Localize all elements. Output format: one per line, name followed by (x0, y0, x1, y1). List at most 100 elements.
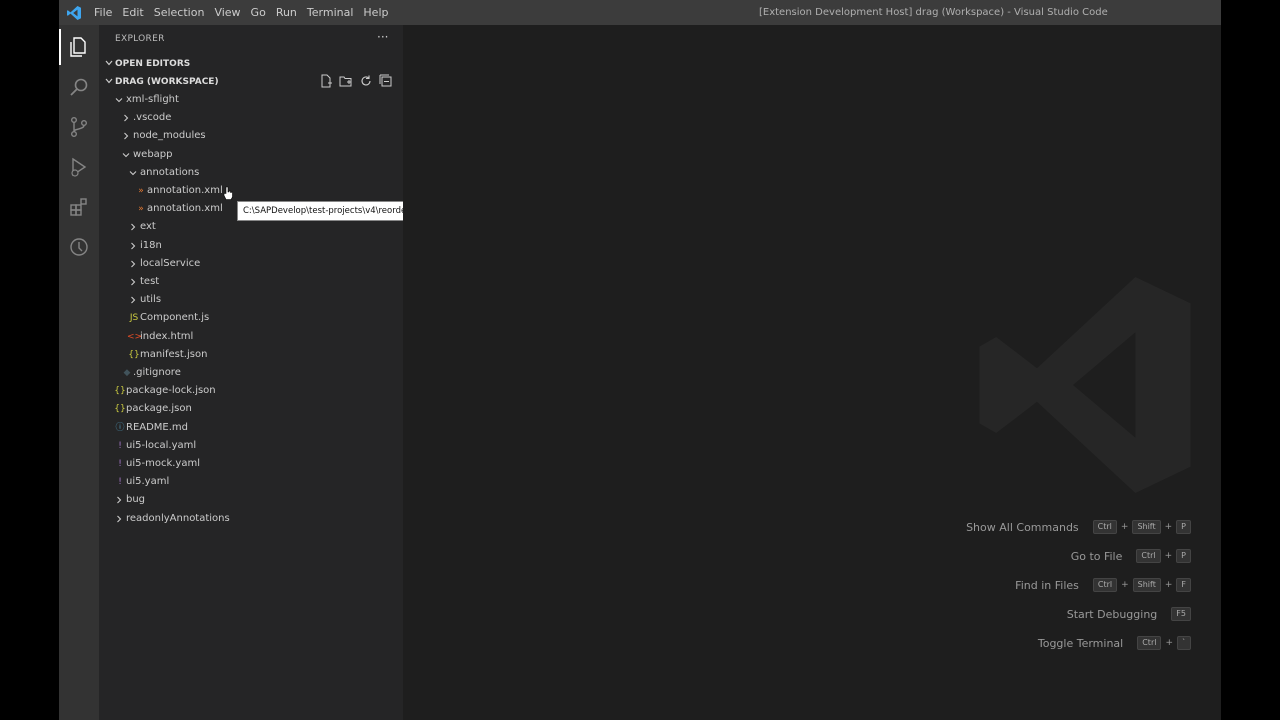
editor-area: Show All Commands Ctrl + Shift + P Go to File C… (403, 25, 1221, 720)
tree-folder[interactable]: utils (99, 291, 403, 309)
shortcut-row: Toggle Terminal Ctrl + ` (1038, 635, 1191, 651)
tree-label: readonlyAnnotations (126, 512, 230, 524)
tree-folder[interactable]: test (99, 273, 403, 291)
shortcut-row: Go to File Ctrl + P (1071, 548, 1191, 564)
menu-file[interactable]: File (94, 6, 119, 19)
collapse-all-icon[interactable] (379, 74, 395, 90)
tree-label: ui5-mock.yaml (126, 458, 200, 469)
shortcut-label: Go to File (1070, 549, 1123, 563)
plus-sign: + (1164, 522, 1173, 532)
tree-file[interactable]: ! ui5-local.yaml (99, 437, 403, 455)
git-icon: ◆ (123, 368, 131, 378)
tree-folder[interactable]: ext (99, 218, 403, 236)
keybinding: F5 (1171, 607, 1191, 621)
shortcut-label: Toggle Terminal (1037, 636, 1124, 650)
extensions-icon[interactable] (67, 195, 91, 219)
yaml-icon: ! (118, 477, 122, 488)
tree-file[interactable]: {} package-lock.json (99, 382, 403, 400)
explorer-sidebar: EXPLORER ··· OPEN EDITORS DRAG (WORKSPAC… (99, 25, 643, 720)
tree-folder[interactable]: localService (99, 255, 403, 273)
tree-folder[interactable]: webapp (99, 146, 403, 164)
source-control-icon[interactable] (67, 115, 91, 139)
tree-folder[interactable]: node_modules (99, 127, 403, 145)
keybinding: F (1176, 578, 1191, 592)
keybinding: Ctrl (1136, 549, 1161, 563)
tree-file[interactable]: » annotation.xml (99, 182, 403, 200)
json-icon: {} (114, 386, 126, 397)
shortcut-label: Start Debugging (1066, 607, 1158, 621)
tree-folder[interactable]: readonlyAnnotations (99, 510, 403, 528)
menu-run[interactable]: Run (276, 6, 304, 19)
refresh-icon[interactable] (359, 74, 375, 90)
keybinding: Ctrl (1092, 520, 1117, 534)
tree-file[interactable]: JS Component.js (99, 309, 403, 327)
rss-icon: » (138, 186, 144, 196)
tree-label: ui5.yaml (126, 476, 170, 488)
tree-label: .vscode (133, 112, 172, 124)
open-editors-section[interactable]: OPEN EDITORS (99, 55, 403, 73)
vscode-logo-icon (67, 6, 81, 20)
tree-label: localService (140, 257, 201, 269)
menu-edit[interactable]: Edit (122, 6, 150, 19)
new-file-icon[interactable] (319, 74, 335, 90)
tree-file[interactable]: <> index.html (99, 328, 403, 346)
tree-folder[interactable]: i18n (99, 237, 403, 255)
tree-file[interactable]: ! ui5-mock.yaml (99, 455, 403, 473)
tree-label: test (140, 276, 160, 287)
tree-label: annotation.xml (147, 185, 223, 196)
menu-go[interactable]: Go (251, 6, 273, 19)
vscode-window: File Edit Selection View Go Run Terminal Help [… (59, 0, 1221, 720)
more-actions-icon[interactable]: ··· (377, 30, 388, 44)
shortcut-row: Find in Files Ctrl + Shift + F (1015, 577, 1191, 593)
open-editors-label: OPEN EDITORS (115, 59, 191, 69)
html-icon: <> (127, 331, 143, 342)
tree-file[interactable]: ⓘ README.md (99, 419, 403, 437)
vscode-watermark-icon (979, 277, 1191, 493)
plus-sign: + (1165, 638, 1173, 648)
workspace-section[interactable]: DRAG (WORKSPACE) (99, 73, 403, 91)
keybinding: P (1176, 549, 1191, 563)
menu-view[interactable]: View (214, 6, 247, 19)
tree-folder[interactable]: bug (99, 491, 403, 509)
tree-label: bug (126, 494, 146, 506)
plus-sign: + (1120, 522, 1129, 532)
menu-help[interactable]: Help (363, 6, 395, 19)
menu-terminal[interactable]: Terminal (307, 6, 361, 19)
tree-folder[interactable]: .vscode (99, 109, 403, 127)
tree-folder[interactable]: xml-sflight (99, 91, 403, 109)
tree-file[interactable]: {} package.json (99, 400, 403, 418)
search-icon[interactable] (67, 75, 91, 99)
chevron-right-icon (117, 515, 122, 522)
chevron-right-icon (131, 278, 136, 286)
js-icon: JS (129, 313, 139, 324)
plus-sign: + (1164, 551, 1173, 561)
tree-label: i18n (140, 239, 162, 251)
chevron-down-icon (105, 78, 113, 84)
tree-file[interactable]: ◆ .gitignore (99, 364, 403, 382)
tree-file[interactable]: ! ui5.yaml (99, 473, 403, 491)
run-debug-icon[interactable] (67, 155, 91, 179)
json-icon: {} (128, 349, 140, 360)
tree-label: annotation.xml (147, 203, 223, 215)
tree-label: utils (140, 294, 162, 306)
new-folder-icon[interactable] (339, 74, 355, 90)
chevron-right-icon (124, 133, 129, 140)
chevron-right-icon (124, 114, 129, 122)
tree-label: xml-sflight (126, 94, 179, 105)
keybinding: Ctrl (1092, 578, 1118, 592)
tree-file[interactable]: {} manifest.json (99, 346, 403, 364)
tree-folder[interactable]: annotations (99, 164, 403, 182)
shortcut-label: Show All Commands (966, 520, 1079, 534)
tree-label: README.md (126, 421, 189, 433)
window-title: [Extension Development Host] drag (Works… (759, 7, 1108, 18)
keybinding: Shift (1132, 520, 1161, 534)
timeline-icon[interactable] (67, 235, 91, 259)
workspace-label: DRAG (WORKSPACE) (115, 77, 219, 87)
menu-selection[interactable]: Selection (154, 6, 212, 19)
shortcut-label: Find in Files (1015, 578, 1079, 592)
plus-sign: + (1164, 580, 1173, 590)
explorer-icon[interactable] (59, 29, 91, 65)
keybinding: P (1176, 520, 1191, 534)
yaml-icon: ! (118, 459, 122, 469)
rss-icon: » (138, 204, 144, 215)
